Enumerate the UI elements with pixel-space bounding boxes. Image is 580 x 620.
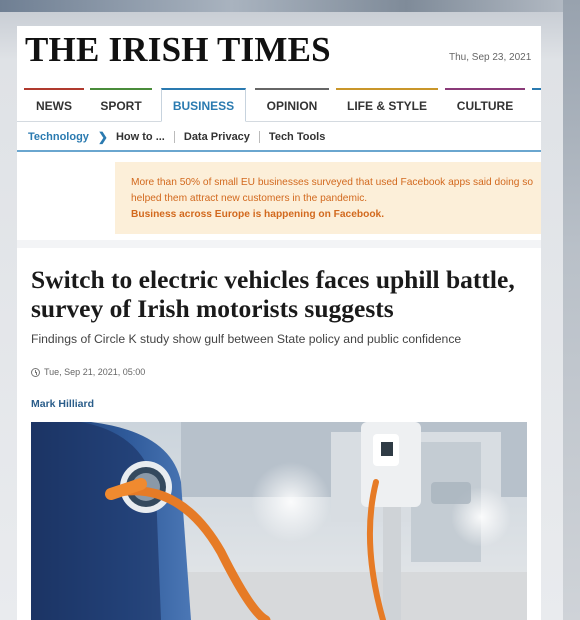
- tab-news[interactable]: NEWS: [24, 88, 84, 121]
- background-strip-right: [563, 0, 580, 620]
- article-meta: Tue, Sep 21, 2021, 05:00: [31, 367, 145, 377]
- background-strip-top: [0, 0, 580, 12]
- ad-text: More than 50% of small EU businesses sur…: [131, 177, 534, 204]
- subnav-data-privacy[interactable]: Data Privacy: [184, 131, 250, 143]
- tab-culture[interactable]: CULTURE: [445, 88, 525, 121]
- subnav-tech-tools[interactable]: Tech Tools: [269, 131, 325, 143]
- article-headline: Switch to electric vehicles faces uphill…: [31, 265, 515, 323]
- article-page: THE IRISH TIMES Thu, Sep 23, 2021 NEWS S…: [17, 26, 541, 620]
- ad-cta[interactable]: Business across Europe is happening on F…: [131, 207, 541, 223]
- article-author[interactable]: Mark Hilliard: [31, 398, 94, 410]
- advertisement-banner[interactable]: More than 50% of small EU businesses sur…: [115, 162, 541, 234]
- hero-photo-ev-charging: [31, 422, 527, 620]
- tab-business[interactable]: BUSINESS: [161, 88, 246, 122]
- section-subnav: Technology ❯ How to ... Data Privacy Tec…: [17, 123, 541, 152]
- tab-sport[interactable]: SPORT: [90, 88, 152, 121]
- subnav-divider: [173, 130, 175, 143]
- tab-overflow[interactable]: [532, 88, 541, 121]
- header-date: Thu, Sep 23, 2021: [449, 52, 532, 63]
- tab-life-style[interactable]: LIFE & STYLE: [336, 88, 438, 121]
- hero-image[interactable]: [31, 422, 527, 620]
- masthead: THE IRISH TIMES: [25, 32, 331, 68]
- subnav-how-to[interactable]: How to ...: [116, 131, 165, 143]
- subnav-technology[interactable]: Technology: [28, 131, 89, 143]
- section-divider: [17, 240, 541, 248]
- site-logo[interactable]: THE IRISH TIMES: [25, 32, 331, 68]
- article-timestamp: Tue, Sep 21, 2021, 05:00: [44, 367, 146, 377]
- subnav-divider: [258, 130, 260, 143]
- main-nav: NEWS SPORT BUSINESS OPINION LIFE & STYLE…: [17, 88, 541, 122]
- chevron-right-icon: ❯: [97, 129, 108, 144]
- tab-opinion[interactable]: OPINION: [255, 88, 329, 121]
- clock-icon: [31, 367, 40, 377]
- article-standfirst: Findings of Circle K study show gulf bet…: [31, 332, 462, 346]
